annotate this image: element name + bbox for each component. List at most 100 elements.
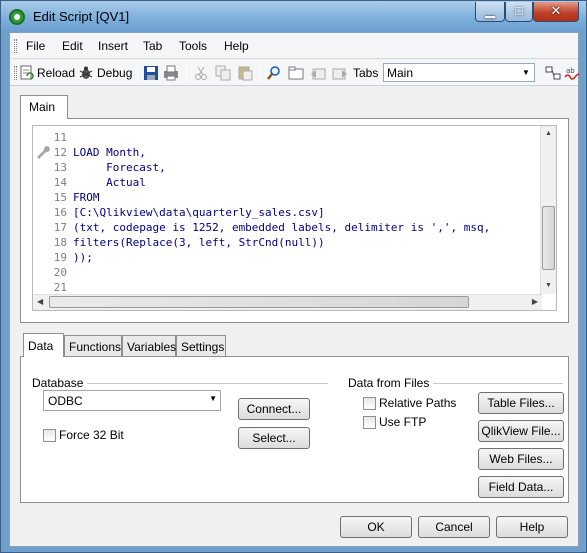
code-text: Actual xyxy=(73,176,146,189)
minimize-button[interactable]: ▁ xyxy=(475,2,505,22)
title-bar[interactable]: Edit Script [QV1] ▁ □ ✕ xyxy=(1,1,586,32)
toolbar-separator xyxy=(260,64,261,82)
reload-button[interactable]: Reload xyxy=(18,64,75,82)
paste-button[interactable] xyxy=(237,64,256,82)
debug-label: Debug xyxy=(97,66,133,80)
svg-text:ab: ab xyxy=(566,67,575,75)
line-number: 15 xyxy=(53,191,67,204)
cut-icon xyxy=(193,65,209,81)
qlikview-app-icon xyxy=(9,9,25,25)
force-32-bit-checkbox[interactable] xyxy=(43,429,56,442)
tab-data[interactable]: Data xyxy=(23,333,64,357)
toolbar-grip-handle[interactable] xyxy=(14,66,17,80)
horizontal-scroll-thumb[interactable] xyxy=(49,296,469,308)
database-dropdown[interactable]: ODBC ▼ xyxy=(43,390,221,411)
save-button[interactable] xyxy=(143,64,162,82)
help-button[interactable]: Help xyxy=(496,516,568,538)
code-line: 15 FROM xyxy=(33,190,543,205)
line-number: 16 xyxy=(53,206,67,219)
print-icon xyxy=(163,65,179,81)
connect-button[interactable]: Connect... xyxy=(238,398,310,420)
scroll-up-icon[interactable]: ▲ xyxy=(545,130,552,137)
tab-settings[interactable]: Settings xyxy=(176,335,226,357)
code-line: 12 LOAD Month, xyxy=(33,145,543,160)
ok-button[interactable]: OK xyxy=(340,516,412,538)
qlikview-file-button[interactable]: QlikView File... xyxy=(478,420,564,442)
script-code[interactable]: 11 12 LOAD Month, 13 Forecast, 14 Actual … xyxy=(33,130,543,295)
code-line: 16 [C:\Qlikview\data\quarterly_sales.csv] xyxy=(33,205,543,220)
tab-selector-dropdown[interactable]: Main ▼ xyxy=(383,63,535,82)
cancel-button[interactable]: Cancel xyxy=(418,516,490,538)
table-structure-icon xyxy=(545,65,561,81)
tab-variables[interactable]: Variables xyxy=(122,335,176,357)
menu-grip-handle[interactable] xyxy=(14,39,17,53)
menu-tab[interactable]: Tab xyxy=(143,39,162,53)
code-line: 19)); xyxy=(33,250,543,265)
tabs-label: Tabs xyxy=(353,66,379,80)
maximize-button[interactable]: □ xyxy=(505,2,533,22)
relative-paths-checkbox[interactable] xyxy=(363,397,376,410)
code-line: 14 Actual xyxy=(33,175,543,190)
scroll-down-icon[interactable]: ▼ xyxy=(545,282,552,289)
force-32-bit-label: Force 32 Bit xyxy=(59,428,124,442)
tab-functions[interactable]: Functions xyxy=(64,335,122,357)
code-line: 21 xyxy=(33,280,543,295)
menu-bar: File Edit Insert Tab Tools Help xyxy=(10,33,578,59)
use-ftp-label: Use FTP xyxy=(379,415,427,429)
line-number: 21 xyxy=(53,281,67,294)
tool-pane: Data Functions Variables Settings Databa… xyxy=(20,333,569,503)
code-line: 13 Forecast, xyxy=(33,160,543,175)
script-tab-panel: 11 12 LOAD Month, 13 Forecast, 14 Actual … xyxy=(20,118,569,323)
table-files-button[interactable]: Table Files... xyxy=(478,392,564,414)
syntax-check-icon: ab xyxy=(564,65,580,81)
vertical-scrollbar[interactable]: ▲ ▼ xyxy=(540,126,556,294)
line-number: 20 xyxy=(53,266,67,279)
code-line: 17 (txt, codepage is 1252, embedded label… xyxy=(33,220,543,235)
syntax-check-button[interactable]: ab xyxy=(564,64,583,82)
line-number: 17 xyxy=(53,221,67,234)
promote-tab-button[interactable] xyxy=(310,64,329,82)
chevron-down-icon[interactable]: ▼ xyxy=(209,394,217,403)
reload-icon xyxy=(18,65,34,81)
demote-tab-button[interactable] xyxy=(332,64,351,82)
wrench-icon xyxy=(37,146,50,159)
reload-label: Reload xyxy=(37,66,76,80)
horizontal-scrollbar[interactable]: ◀ ▶ xyxy=(33,294,542,310)
table-viewer-button[interactable] xyxy=(545,64,564,82)
scroll-right-icon[interactable]: ▶ xyxy=(532,297,538,306)
script-editor[interactable]: 11 12 LOAD Month, 13 Forecast, 14 Actual … xyxy=(32,125,557,311)
menu-file[interactable]: File xyxy=(26,39,45,53)
line-number: 14 xyxy=(53,176,67,189)
code-line: 20 xyxy=(33,265,543,280)
close-button[interactable]: ✕ xyxy=(533,2,579,22)
line-number: 13 xyxy=(53,161,67,174)
tab-left-icon xyxy=(310,65,326,81)
scroll-left-icon[interactable]: ◀ xyxy=(37,297,43,306)
code-line: 18 filters(Replace(3, left, StrCnd(null)) xyxy=(33,235,543,250)
use-ftp-checkbox[interactable] xyxy=(363,416,376,429)
field-data-button[interactable]: Field Data... xyxy=(478,476,564,498)
menu-tools[interactable]: Tools xyxy=(179,39,207,53)
menu-edit[interactable]: Edit xyxy=(62,39,83,53)
web-files-button[interactable]: Web Files... xyxy=(478,448,564,470)
select-button[interactable]: Select... xyxy=(238,427,310,449)
menu-insert[interactable]: Insert xyxy=(98,39,128,53)
vertical-scroll-thumb[interactable] xyxy=(542,206,555,270)
find-button[interactable] xyxy=(266,64,285,82)
script-tab-main[interactable]: Main xyxy=(20,95,68,119)
menu-help[interactable]: Help xyxy=(224,39,249,53)
relative-paths-label: Relative Paths xyxy=(379,396,457,410)
add-tab-button[interactable] xyxy=(288,64,307,82)
edit-script-window: Edit Script [QV1] ▁ □ ✕ File Edit Insert… xyxy=(0,0,587,553)
chevron-down-icon[interactable]: ▼ xyxy=(519,65,533,80)
tab-right-icon xyxy=(332,65,348,81)
debug-button[interactable]: Debug xyxy=(78,64,132,82)
save-icon xyxy=(143,65,159,81)
line-number: 19 xyxy=(53,251,67,264)
print-button[interactable] xyxy=(163,64,182,82)
dialog-client-area: File Edit Insert Tab Tools Help Reload D… xyxy=(9,32,580,547)
folder-tab-icon xyxy=(288,65,304,81)
cut-button[interactable] xyxy=(193,64,212,82)
code-text: FROM xyxy=(73,191,100,204)
copy-button[interactable] xyxy=(215,64,234,82)
